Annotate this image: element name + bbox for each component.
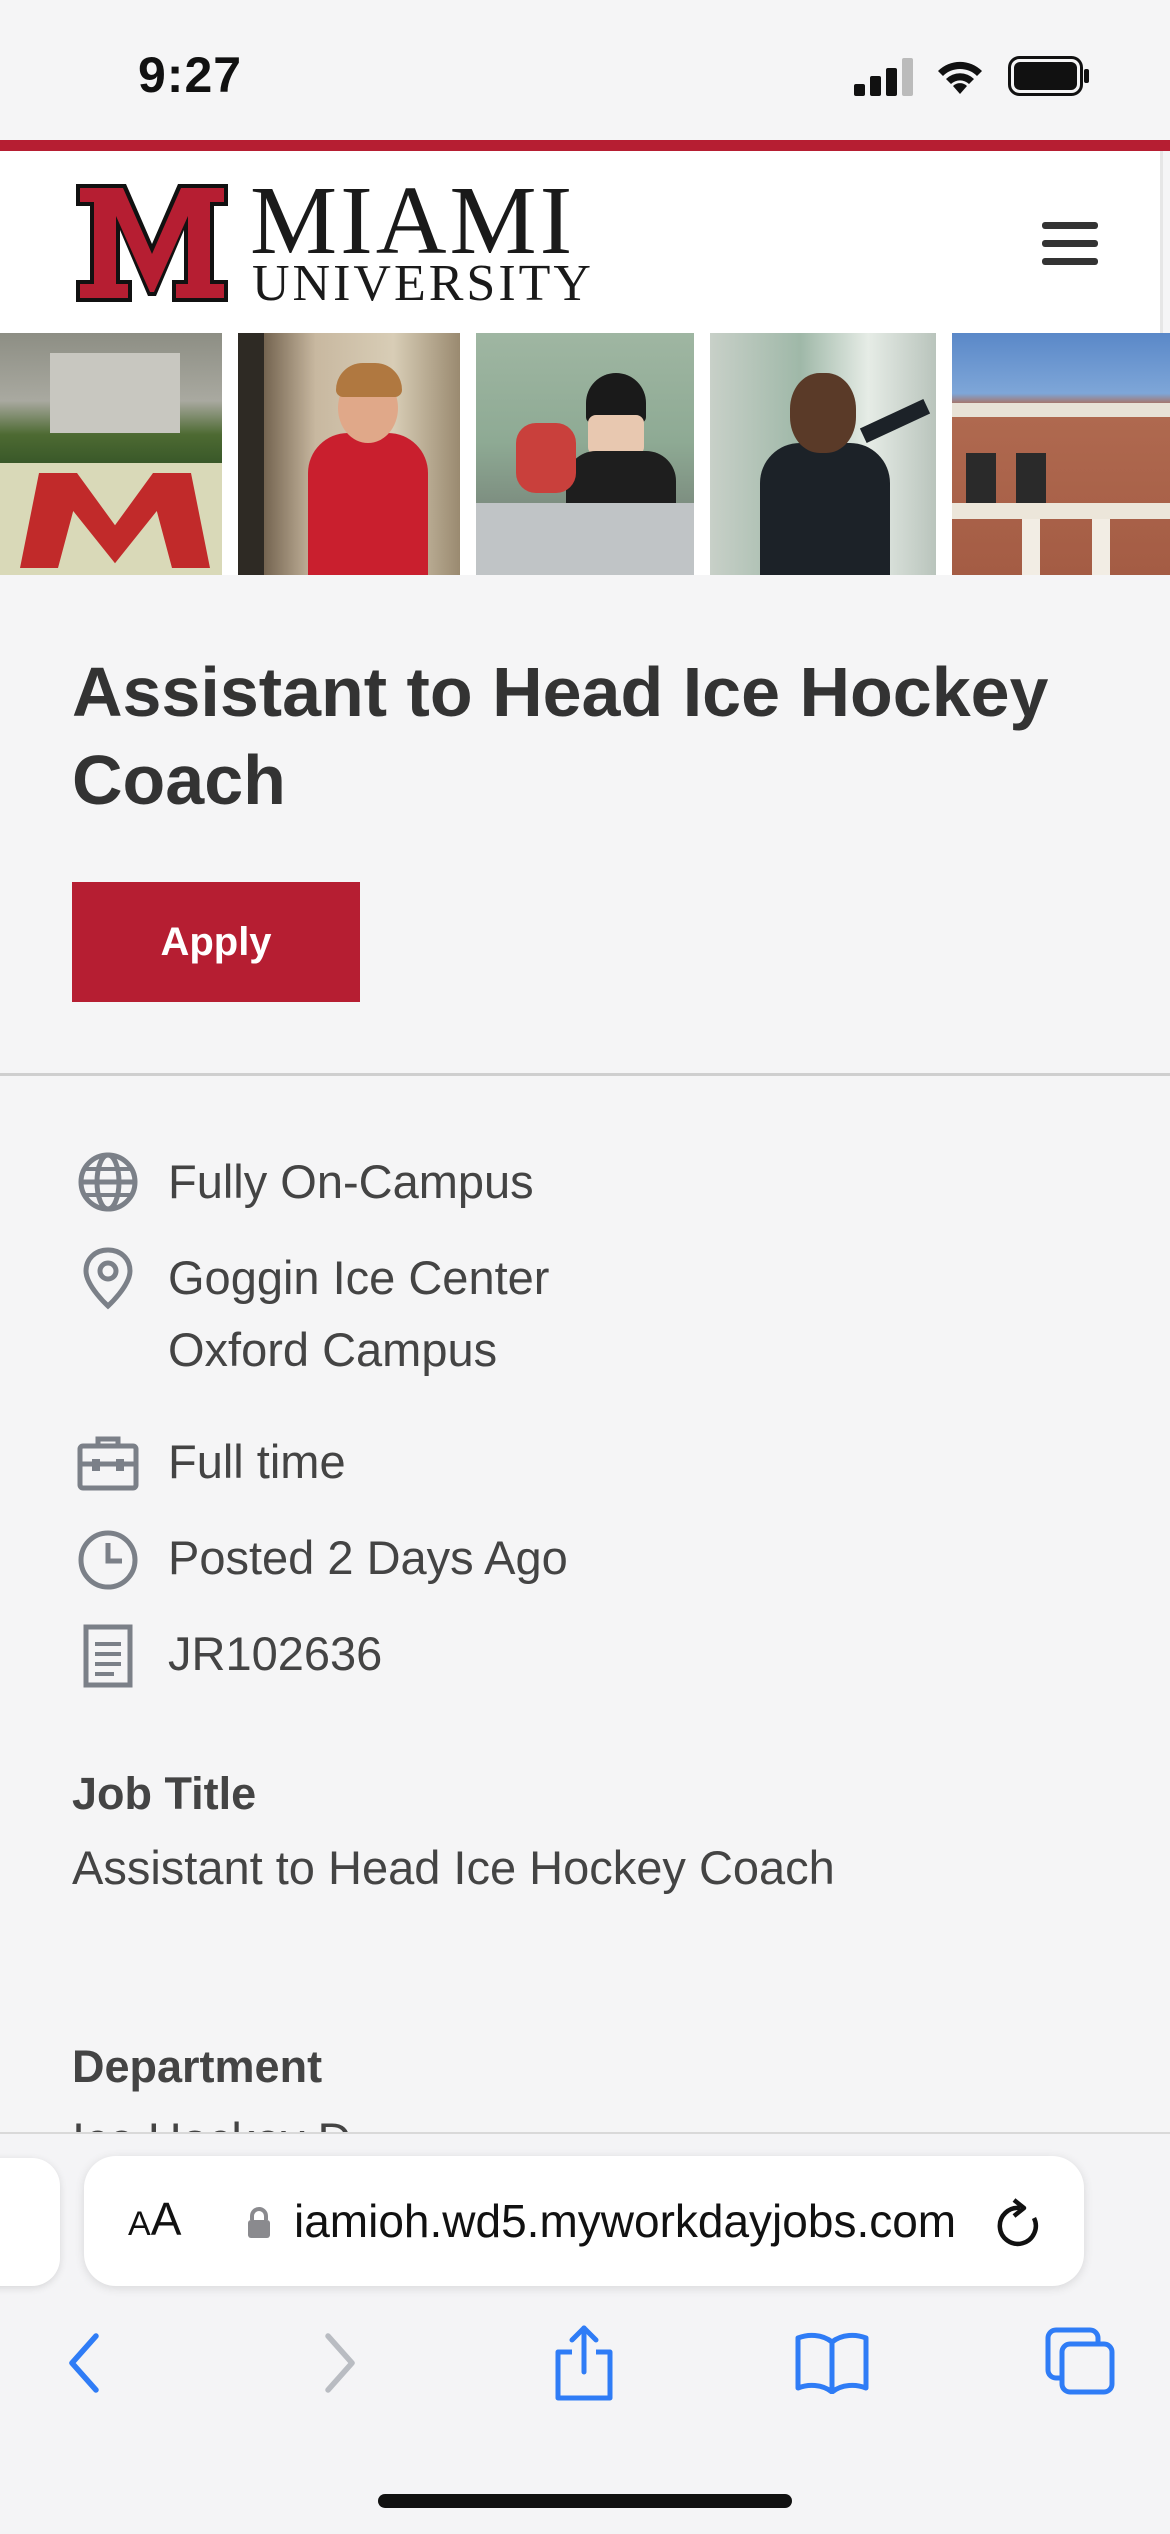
photo-kitchen-workers: [476, 333, 694, 575]
department-label: Department: [72, 2041, 323, 2092]
photo-presenter: [710, 333, 936, 575]
posted-date: Posted 2 Days Ago: [168, 1531, 568, 1584]
cellular-signal-icon: [854, 58, 914, 96]
battery-icon: [1008, 56, 1089, 96]
reload-icon[interactable]: [994, 2196, 1046, 2252]
text-size-button[interactable]: AA: [128, 2192, 181, 2246]
hamburger-menu-button[interactable]: [1038, 216, 1102, 272]
location-name: Goggin Ice Center: [168, 1251, 550, 1304]
photo-staff-cleaning: [238, 333, 460, 575]
text-size-large-a: A: [150, 2193, 182, 2245]
job-requisition-id: JR102636: [168, 1627, 383, 1680]
back-chevron-icon[interactable]: [64, 2332, 104, 2394]
job-title-label: Job Title: [72, 1768, 257, 1819]
lock-icon: [248, 2207, 270, 2238]
wifi-icon: [938, 61, 982, 94]
text-size-small-a: A: [128, 2205, 151, 2243]
apply-button[interactable]: Apply: [72, 882, 360, 1002]
photo-banner: [0, 333, 1170, 575]
url-text[interactable]: iamioh.wd5.myworkdayjobs.com: [294, 2194, 964, 2248]
globe-icon: [78, 1152, 138, 1212]
location-campus: Oxford Campus: [168, 1323, 498, 1376]
document-icon: [83, 1624, 133, 1688]
bookmarks-book-icon[interactable]: [794, 2330, 870, 2394]
home-indicator: [378, 2494, 792, 2508]
previous-tab-preview[interactable]: [0, 2158, 60, 2286]
job-title-value: Assistant to Head Ice Hockey Coach: [72, 1841, 835, 1894]
tabs-overview-icon[interactable]: [1044, 2326, 1116, 2396]
brand-top-rule: [0, 140, 1170, 151]
time-type: Full time: [168, 1435, 346, 1488]
logo-wordmark-line-2[interactable]: UNIVERSITY: [252, 258, 594, 310]
briefcase-icon: [77, 1436, 139, 1491]
section-divider: [0, 1073, 1170, 1076]
share-icon[interactable]: [552, 2322, 616, 2402]
miami-m-logo-icon[interactable]: [76, 184, 228, 302]
forward-chevron-icon[interactable]: [320, 2332, 360, 2394]
status-time: 9:27: [138, 47, 243, 103]
job-title-heading: Assistant to Head Ice Hockey Coach: [72, 653, 1049, 819]
location-pin-icon: [83, 1247, 133, 1310]
work-location-type: Fully On-Campus: [168, 1155, 534, 1208]
photo-campus-m-flowerbed: [0, 333, 222, 575]
clock-icon: [78, 1530, 138, 1590]
photo-miami-university-building: [952, 333, 1170, 575]
